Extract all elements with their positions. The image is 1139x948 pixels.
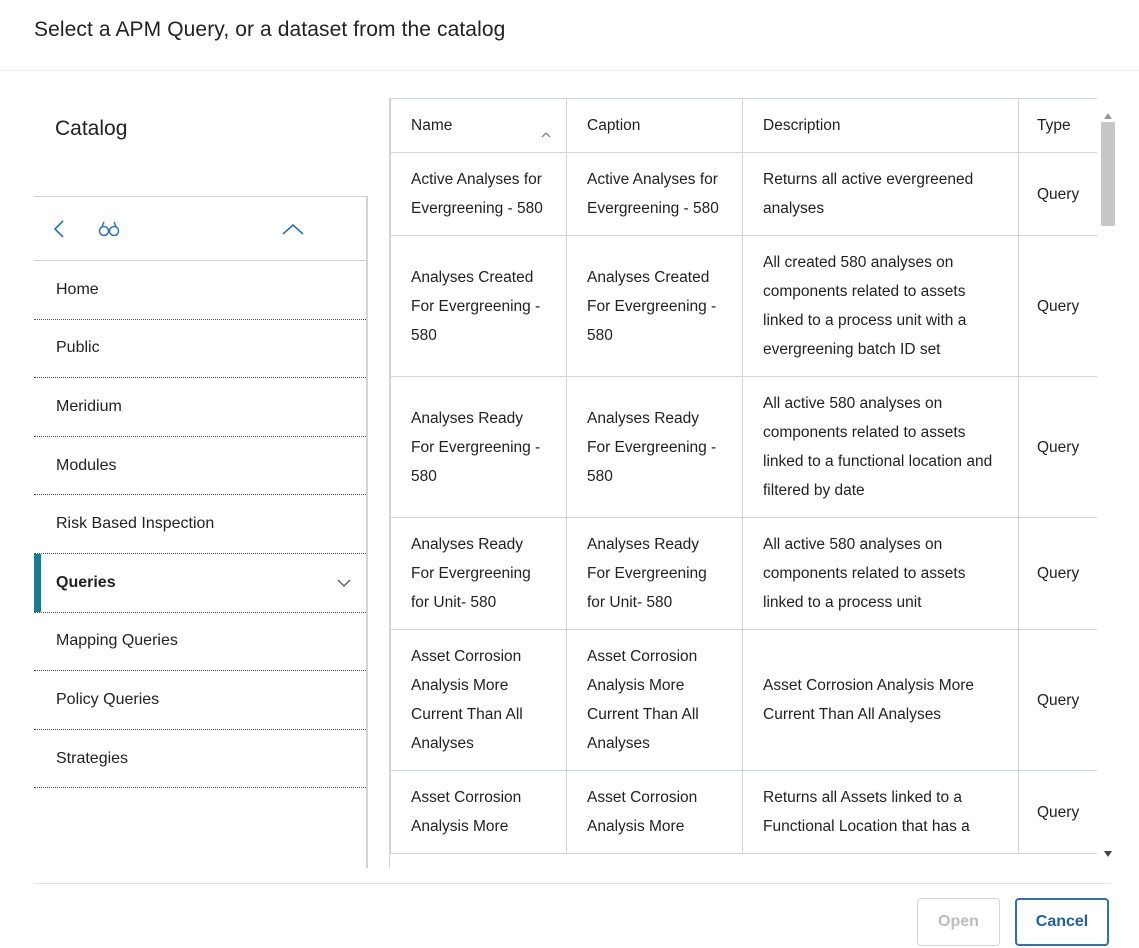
cell-description: Returns all active evergreened analyses — [742, 152, 1019, 236]
dialog-title: Select a APM Query, or a dataset from th… — [34, 18, 506, 41]
cell-description: All active 580 analyses on components re… — [742, 517, 1019, 630]
cell-caption: Analyses Ready For Evergreening for Unit… — [566, 517, 743, 630]
cell-caption: Analyses Created For Evergreening - 580 — [566, 235, 743, 377]
cell-caption: Analyses Ready For Evergreening - 580 — [566, 376, 743, 518]
catalog-panel: Home Public Meridium Modules Risk Based … — [34, 196, 368, 868]
catalog-item-policy-queries[interactable]: Policy Queries — [34, 671, 366, 730]
column-header-description[interactable]: Description — [742, 98, 1019, 153]
table-row[interactable]: Analyses Created For Evergreening - 580 … — [390, 235, 1098, 377]
cancel-button[interactable]: Cancel — [1015, 898, 1109, 946]
cell-name: Active Analyses for Evergreening - 580 — [390, 152, 567, 236]
table-row[interactable]: Asset Corrosion Analysis More Current Th… — [390, 629, 1098, 771]
cell-name: Asset Corrosion Analysis More — [390, 770, 567, 854]
catalog-item-home[interactable]: Home — [34, 261, 366, 320]
cell-type: Query — [1018, 770, 1098, 854]
table-row[interactable]: Asset Corrosion Analysis More Asset Corr… — [390, 770, 1098, 854]
cell-type: Query — [1018, 517, 1098, 630]
column-header-name[interactable]: Name — [390, 98, 567, 153]
catalog-item-label: Meridium — [56, 397, 122, 415]
catalog-item-meridium[interactable]: Meridium — [34, 378, 366, 437]
cell-type: Query — [1018, 152, 1098, 236]
cell-name: Analyses Created For Evergreening - 580 — [390, 235, 567, 377]
catalog-item-label: Risk Based Inspection — [56, 515, 215, 533]
catalog-item-label: Strategies — [56, 749, 129, 767]
cell-description: Asset Corrosion Analysis More Current Th… — [742, 629, 1019, 771]
sort-ascending-icon — [540, 121, 552, 138]
open-button[interactable]: Open — [917, 898, 1000, 946]
title-divider — [0, 70, 1139, 71]
catalog-item-label: Modules — [56, 456, 117, 474]
catalog-title: Catalog — [55, 117, 128, 140]
cell-type: Query — [1018, 376, 1098, 518]
column-header-caption[interactable]: Caption — [566, 98, 743, 153]
footer-divider — [34, 883, 1111, 884]
cell-name: Analyses Ready For Evergreening for Unit… — [390, 517, 567, 630]
catalog-item-label: Public — [56, 339, 100, 357]
catalog-toolbar — [34, 197, 366, 261]
catalog-item-modules[interactable]: Modules — [34, 437, 366, 496]
query-table-container: Name Caption Description Type Active Ana… — [389, 98, 1119, 868]
cell-caption: Asset Corrosion Analysis More — [566, 770, 743, 854]
catalog-item-queries[interactable]: Queries — [34, 553, 366, 613]
table-row[interactable]: Analyses Ready For Evergreening - 580 An… — [390, 376, 1098, 518]
table-header-row: Name Caption Description Type — [390, 98, 1098, 153]
catalog-item-label: Mapping Queries — [56, 632, 178, 650]
catalog-item-label: Queries — [56, 573, 116, 591]
cell-description: All active 580 analyses on components re… — [742, 376, 1019, 518]
chevron-up-icon[interactable] — [280, 219, 306, 239]
catalog-nav-list: Home Public Meridium Modules Risk Based … — [34, 261, 366, 789]
table-scrollbar[interactable] — [1097, 98, 1119, 868]
cell-description: All created 580 analyses on components r… — [742, 235, 1019, 377]
chevron-down-icon[interactable] — [336, 576, 352, 588]
table-row[interactable]: Analyses Ready For Evergreening for Unit… — [390, 517, 1098, 630]
catalog-item-label: Policy Queries — [56, 690, 160, 708]
scrollbar-thumb[interactable] — [1101, 122, 1115, 226]
cell-caption: Asset Corrosion Analysis More Current Th… — [566, 629, 743, 771]
catalog-item-risk-based-inspection[interactable]: Risk Based Inspection — [34, 495, 366, 554]
catalog-item-label: Home — [56, 280, 99, 298]
cell-type: Query — [1018, 629, 1098, 771]
binoculars-icon[interactable] — [96, 217, 122, 241]
scroll-up-arrow-icon[interactable] — [1102, 108, 1114, 119]
table-row[interactable]: Active Analyses for Evergreening - 580 A… — [390, 152, 1098, 236]
query-table: Name Caption Description Type Active Ana… — [390, 98, 1098, 854]
cell-description: Returns all Assets linked to a Functiona… — [742, 770, 1019, 854]
catalog-item-strategies[interactable]: Strategies — [34, 730, 366, 789]
column-header-type[interactable]: Type — [1018, 98, 1098, 153]
catalog-item-public[interactable]: Public — [34, 320, 366, 379]
cell-name: Asset Corrosion Analysis More Current Th… — [390, 629, 567, 771]
chevron-left-icon[interactable] — [50, 217, 70, 241]
catalog-item-mapping-queries[interactable]: Mapping Queries — [34, 613, 366, 672]
scroll-down-arrow-icon[interactable] — [1102, 846, 1114, 857]
cell-type: Query — [1018, 235, 1098, 377]
cell-caption: Active Analyses for Evergreening - 580 — [566, 152, 743, 236]
cell-name: Analyses Ready For Evergreening - 580 — [390, 376, 567, 518]
